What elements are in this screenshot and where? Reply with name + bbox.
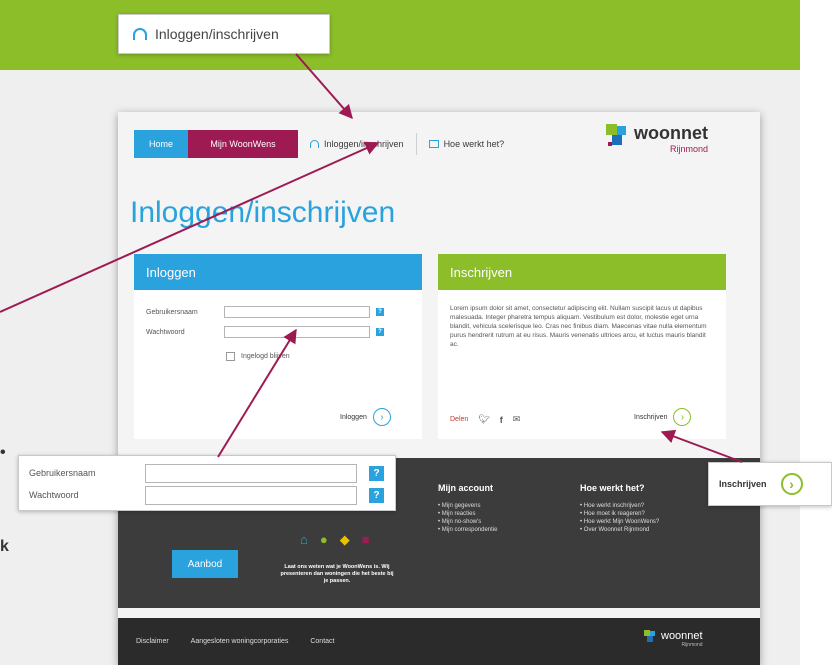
callout-arrows — [0, 53, 743, 463]
arrow-to-signup-button — [660, 429, 743, 463]
arrow-to-login-nav — [295, 53, 353, 120]
arrow-to-login-link — [0, 141, 380, 313]
arrow-to-login-fields — [217, 328, 297, 458]
